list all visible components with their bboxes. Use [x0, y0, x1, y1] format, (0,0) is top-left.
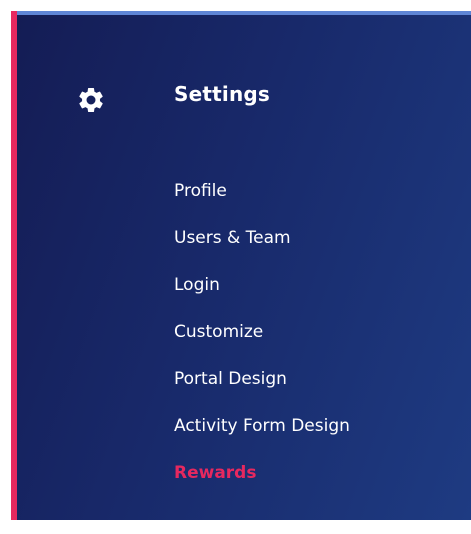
active-section-indicator — [11, 11, 17, 520]
menu-item-activity-form-design[interactable]: Activity Form Design — [174, 414, 350, 461]
panel-top-border — [11, 11, 471, 15]
menu-item-profile[interactable]: Profile — [174, 179, 350, 226]
settings-menu-panel: Settings Profile Users & Team Login Cust… — [11, 11, 471, 520]
settings-menu-list: Profile Users & Team Login Customize Por… — [174, 179, 350, 508]
menu-item-customize[interactable]: Customize — [174, 320, 350, 367]
screen: Settings Profile Users & Team Login Cust… — [0, 0, 471, 534]
menu-item-login[interactable]: Login — [174, 273, 350, 320]
menu-item-portal-design[interactable]: Portal Design — [174, 367, 350, 414]
menu-item-users-team[interactable]: Users & Team — [174, 226, 350, 273]
gear-icon — [79, 87, 103, 112]
settings-heading: Settings — [174, 82, 271, 106]
menu-item-rewards[interactable]: Rewards — [174, 461, 350, 508]
